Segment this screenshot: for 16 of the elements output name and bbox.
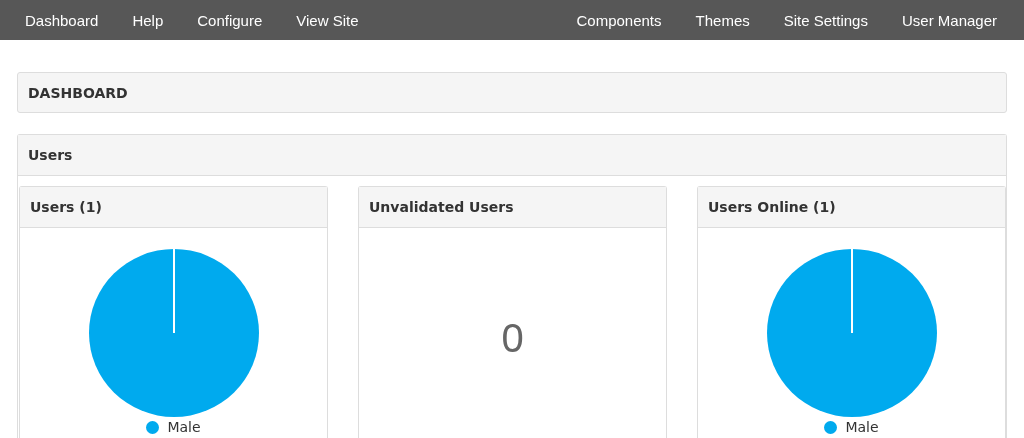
nav-link[interactable]: Help [115, 11, 181, 29]
nav-link[interactable]: Site Settings [766, 11, 885, 29]
card-title: Users Online (1) [708, 199, 836, 215]
nav-link[interactable]: Components [559, 11, 679, 29]
nav-link[interactable]: User Manager [884, 11, 1014, 29]
card-title: Unvalidated Users [369, 199, 514, 215]
page-title: DASHBOARD [28, 84, 128, 101]
section-title: Users [28, 147, 73, 163]
legend-label: Male [167, 419, 201, 435]
nav-link[interactable]: Configure [180, 11, 280, 29]
count-value: 0 [501, 316, 524, 361]
card-title: Users (1) [30, 199, 102, 215]
nav-link[interactable]: Dashboard [8, 11, 116, 29]
nav-link[interactable]: Themes [678, 11, 767, 29]
legend-label: Male [845, 419, 879, 435]
nav-link[interactable]: View Site [279, 11, 376, 29]
